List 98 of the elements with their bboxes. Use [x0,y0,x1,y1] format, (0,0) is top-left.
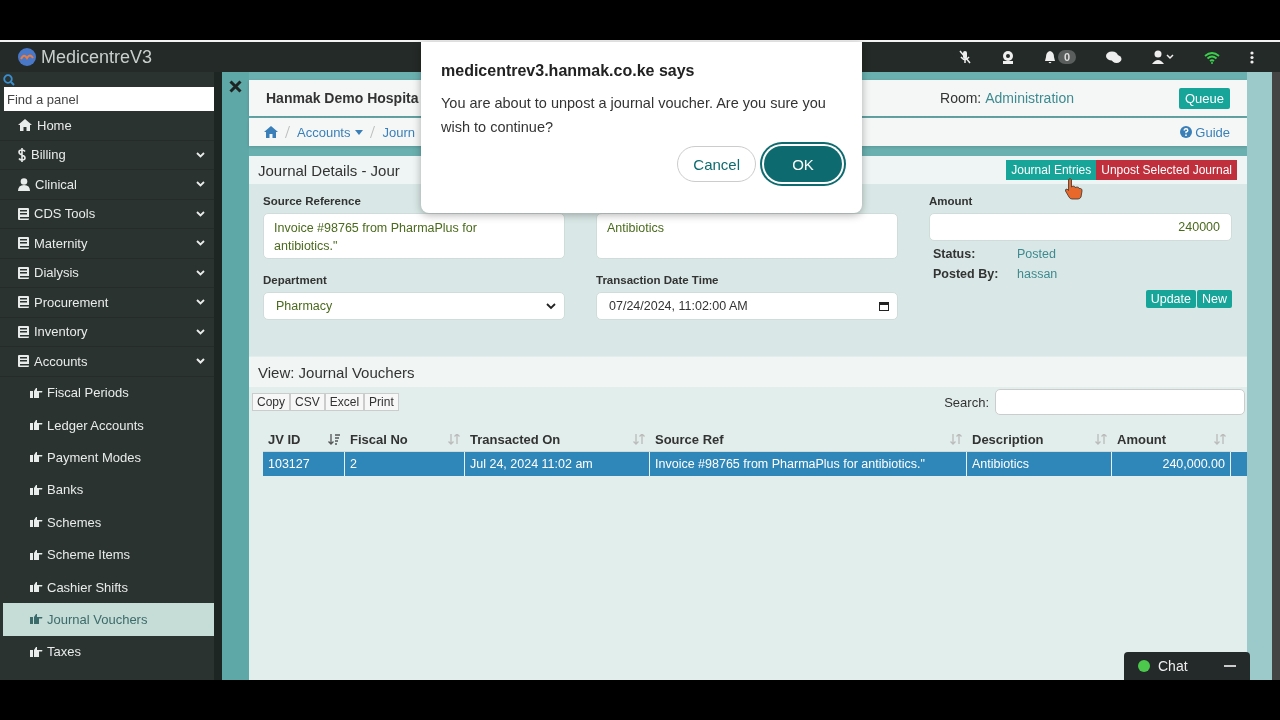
table-row[interactable]: 103127 2 Jul 24, 2024 11:02 am Invoice #98765 from PharmaPlus for antibiotics." Antibiotics 240,000.00 [263,452,1247,476]
pointing-hand-icon [30,549,43,560]
sidebar-menu-item[interactable]: Maternity [0,229,214,259]
muted-microphone-icon[interactable] [957,50,972,64]
chat-widget[interactable]: Chat [1124,652,1250,680]
sidebar-submenu-item[interactable]: Schemes [3,506,214,539]
chat-label: Chat [1158,658,1189,674]
export-button[interactable]: CSV [290,393,325,411]
hand-cursor-icon [1064,178,1084,200]
status-value: Posted [1017,247,1056,261]
pointing-hand-icon [30,614,43,625]
chat-bubbles-icon[interactable] [1106,50,1122,64]
app-name: MedicentreV3 [41,46,153,68]
export-button[interactable]: Print [364,393,399,411]
logo-icon [18,48,36,66]
sidebar-submenu-item[interactable]: Scheme Items [3,538,214,571]
user-dropdown-icon[interactable] [1152,50,1174,64]
book-icon [18,207,29,220]
search-icon [3,74,15,86]
export-button[interactable]: Copy [252,393,290,411]
dollar-icon [18,147,26,162]
close-icon[interactable] [229,80,242,93]
sidebar-menu-item[interactable]: Clinical [0,170,214,200]
room-name: Administration [985,90,1074,106]
sidebar-menu-item[interactable]: Home [0,111,214,141]
description-field[interactable]: Antibiotics [596,213,898,259]
field-label: Transaction Date Time [596,274,720,287]
table-search-field[interactable] [995,389,1245,415]
more-options-icon[interactable] [1250,50,1254,64]
home-icon [18,119,32,132]
field-label: Department [263,274,328,287]
pointing-hand-icon [30,646,43,657]
amount-field[interactable]: 240000 [929,213,1232,241]
breadcrumb-link[interactable]: Accounts [297,124,364,140]
book-icon [18,355,29,368]
action-button[interactable]: Unpost Selected Journal [1096,160,1237,180]
user-icon [18,177,30,191]
sidebar-menu-item[interactable]: Dialysis [0,258,214,288]
table-cell: Invoice #98765 from PharmaPlus for antibiotics." [650,452,967,476]
search-label: Search: [944,394,989,410]
pointing-hand-icon [30,517,43,528]
dialog-message: You are about to unpost a journal voucher. Are you sure you wish to continue? [441,94,827,137]
sidebar-submenu-item[interactable]: Fiscal Periods [3,376,214,409]
pointing-hand-icon [30,420,43,431]
hospital-name: Hanmak Demo Hospita [266,90,419,106]
calendar-icon [879,301,889,311]
sidebar-menu-item[interactable]: Procurement [0,288,214,318]
room-label: Room: [940,90,982,106]
table-cell: Jul 24, 2024 11:02 am [465,452,650,476]
sidebar-menu-item[interactable]: CDS Tools [0,199,214,229]
book-icon [18,296,29,309]
breadcrumb-separator [370,126,376,138]
table-cell: Antibiotics [967,452,1112,476]
chevron-down-icon [546,302,556,310]
breadcrumb-link[interactable]: Journ [382,124,415,140]
help-icon [1180,126,1193,138]
panel-title: Journal Details - Jour [258,161,400,179]
sidebar-submenu-item[interactable]: Payment Modes [3,441,214,474]
sidebar-menu-item[interactable]: Accounts [0,347,214,377]
guide-link[interactable]: Guide [1180,124,1230,140]
field-label: Amount [929,195,974,208]
panel-search-field[interactable]: Find a panel [4,87,214,111]
table-cell: 103127 [263,452,345,476]
department-select[interactable]: Pharmacy [263,292,565,320]
home-icon[interactable] [264,126,278,138]
bell-icon[interactable] [1043,50,1056,64]
posted-by-label: Posted By: [933,267,1000,281]
dialog-title: medicentrev3.hanmak.co.ke says [441,62,696,80]
sidebar-submenu-item[interactable]: Taxes [3,635,214,668]
sidebar-submenu-item[interactable]: Cashier Shifts [3,570,214,604]
pointing-hand-icon [30,452,43,463]
wifi-icon [1204,50,1220,64]
posted-by-value: hassan [1017,267,1058,281]
sidebar-submenu-item[interactable]: Banks [3,473,214,507]
sidebar-menu-item[interactable]: Billing [0,140,214,170]
export-button[interactable]: Excel [324,393,365,411]
notification-badge: 0 [1057,50,1076,64]
source-reference-field[interactable]: Invoice #98765 from PharmaPlus for antibiotics." [263,213,565,259]
scrollbar[interactable] [1272,72,1280,680]
webcam-icon[interactable] [1001,50,1014,64]
cancel-button[interactable]: Cancel [677,146,756,182]
status-label: Status: [933,247,977,261]
book-icon [18,266,29,279]
table-cell: 240,000.00 [1112,452,1231,476]
breadcrumb-separator [285,126,290,138]
sidebar-submenu-item[interactable]: Journal Vouchers [3,603,214,636]
table-cell: 2 [345,452,465,476]
pointing-hand-icon [30,582,43,593]
pointing-hand-icon [30,387,43,398]
sidebar-menu-item[interactable]: Inventory [0,317,214,347]
field-label: Source Reference [263,195,362,208]
section-title: View: Journal Vouchers [258,363,415,381]
book-icon [18,325,29,338]
pointing-hand-icon [30,484,43,495]
book-icon [18,237,29,250]
sidebar-submenu-item[interactable]: Ledger Accounts [3,408,214,442]
date-time-field[interactable]: 07/24/2024, 11:02:00 AM [596,292,898,320]
caret-icon [355,129,364,135]
